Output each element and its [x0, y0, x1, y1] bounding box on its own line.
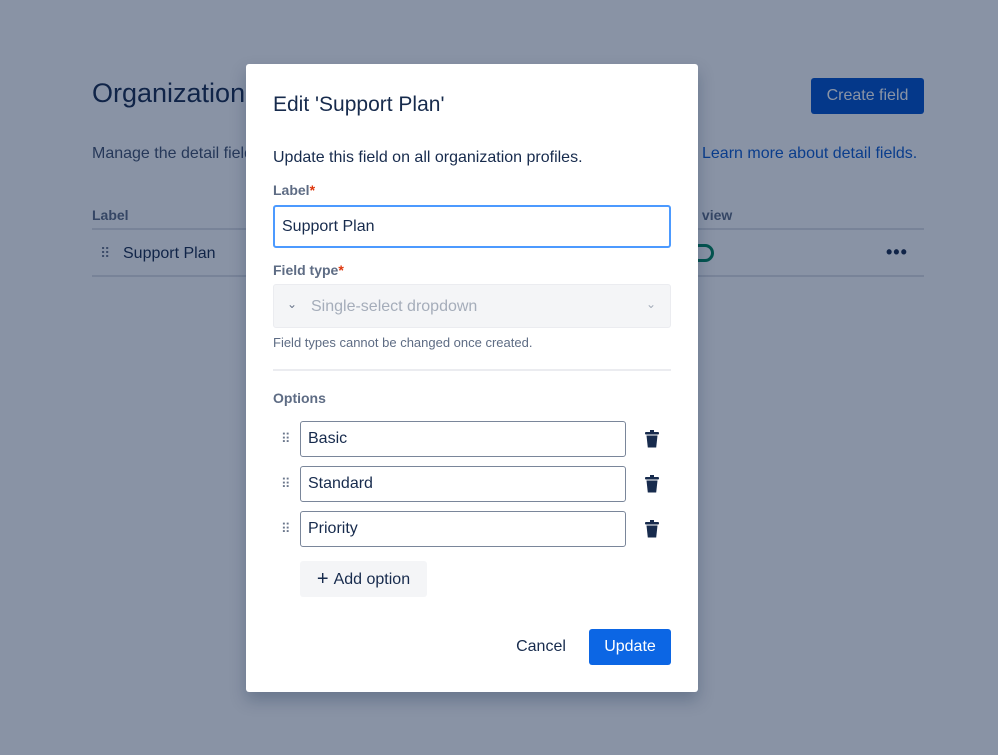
required-marker: *	[338, 262, 344, 278]
update-button[interactable]: Update	[589, 629, 671, 665]
dialog-title: Edit 'Support Plan'	[273, 93, 445, 116]
edit-field-dialog: Edit 'Support Plan' Update this field on…	[246, 64, 698, 692]
option-input[interactable]	[300, 511, 626, 547]
field-type-label: Field type*	[273, 262, 344, 278]
trash-icon[interactable]	[644, 475, 660, 493]
dialog-subtitle: Update this field on all organization pr…	[273, 149, 583, 166]
field-type-value: Single-select dropdown	[311, 298, 478, 315]
field-type-hint: Field types cannot be changed once creat…	[273, 335, 533, 350]
label-text: Label	[273, 182, 310, 198]
option-input[interactable]	[300, 466, 626, 502]
options-label: Options	[273, 390, 326, 406]
trash-icon[interactable]	[644, 520, 660, 538]
label-field-label: Label*	[273, 182, 315, 198]
chevron-down-icon: ⌄	[287, 297, 298, 311]
option-input[interactable]	[300, 421, 626, 457]
section-divider	[273, 369, 671, 371]
label-input[interactable]	[273, 205, 671, 248]
drag-handle-icon[interactable]: ⠿	[281, 521, 290, 537]
drag-handle-icon[interactable]: ⠿	[281, 476, 290, 492]
cancel-button[interactable]: Cancel	[505, 629, 577, 665]
plus-icon: +	[316, 567, 329, 590]
add-option-label: Add option	[333, 570, 411, 588]
drag-handle-icon[interactable]: ⠿	[281, 431, 290, 447]
field-type-text: Field type	[273, 262, 339, 278]
add-option-button[interactable]: + Add option	[300, 561, 427, 597]
chevron-down-icon: ⌄	[645, 297, 656, 311]
learn-more-link[interactable]: Learn more about detail fields.	[702, 145, 917, 163]
field-type-select: ⌄ Single-select dropdown ⌄	[273, 284, 671, 328]
required-marker: *	[309, 182, 316, 198]
trash-icon[interactable]	[644, 430, 660, 448]
